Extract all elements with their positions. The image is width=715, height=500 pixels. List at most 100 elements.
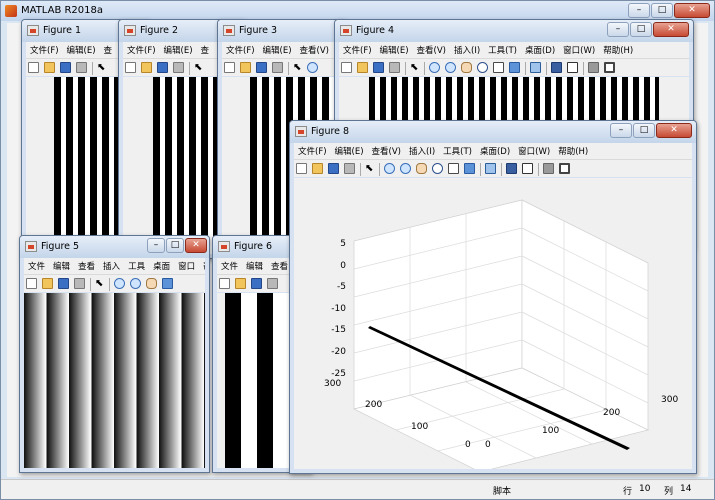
menu-view[interactable]: 查看(V) [413,42,450,56]
menu-window[interactable]: 窗口(W) [559,42,599,56]
new-figure-icon[interactable] [219,278,230,289]
save-icon[interactable] [157,62,168,73]
print-icon[interactable] [272,62,283,73]
brush-icon[interactable] [464,163,475,174]
zoom-out-icon[interactable] [445,62,456,73]
maximize-button[interactable]: □ [166,238,184,253]
figure-window-5[interactable]: Figure 5 – □ ✕ 文件编辑查看插入工具桌面窗口帮助 ⬉ [19,235,210,473]
menu-edit[interactable]: 编辑(E) [376,42,413,56]
legend-icon[interactable] [567,62,578,73]
save-icon[interactable] [256,62,267,73]
menu-file[interactable]: 文件(F) [123,42,160,56]
edit-plot-icon[interactable]: ⬉ [410,62,419,73]
pan-icon[interactable] [146,278,157,289]
save-icon[interactable] [251,278,262,289]
menu-window[interactable]: 窗口 [174,258,199,272]
menu-desktop[interactable]: 桌面(D) [476,143,514,157]
open-icon[interactable] [312,163,323,174]
print-icon[interactable] [344,163,355,174]
menu-help[interactable]: 帮助(H) [554,143,592,157]
edit-plot-icon[interactable]: ⬉ [365,163,374,174]
pan-icon[interactable] [461,62,472,73]
menu-desktop[interactable]: 桌面(D) [521,42,559,56]
menu-file[interactable]: 文件 [24,258,49,272]
zoom-in-icon[interactable] [429,62,440,73]
figure-title-bar[interactable]: Figure 3 [218,20,346,42]
menu-insert[interactable]: 插入(I) [405,143,439,157]
brush-icon[interactable] [509,62,520,73]
menu-insert[interactable]: 插入(I) [450,42,484,56]
data-cursor-icon[interactable] [493,62,504,73]
new-figure-icon[interactable] [224,62,235,73]
edit-plot-icon[interactable]: ⬉ [194,62,203,73]
zoom-out-icon[interactable] [400,163,411,174]
edit-plot-icon[interactable]: ⬉ [95,278,104,289]
figure-title-bar[interactable]: Figure 5 – □ ✕ [20,236,209,258]
link-plot-icon[interactable] [530,62,541,73]
close-button[interactable]: ✕ [656,123,692,138]
pan-icon[interactable] [416,163,427,174]
maximize-button[interactable]: □ [633,123,655,138]
new-figure-icon[interactable] [26,278,37,289]
menu-view[interactable]: 查 [197,42,214,56]
figure-title-bar[interactable]: Figure 4 – □ ✕ [335,20,693,42]
new-figure-icon[interactable] [28,62,39,73]
save-icon[interactable] [60,62,71,73]
figure-title-bar[interactable]: Figure 8 – □ ✕ [290,121,696,143]
open-icon[interactable] [42,278,53,289]
edit-plot-icon[interactable]: ⬉ [97,62,106,73]
rotate-icon[interactable] [477,62,488,73]
menu-help[interactable]: 帮助 [199,258,205,272]
legend-icon[interactable] [522,163,533,174]
save-icon[interactable] [58,278,69,289]
menu-edit[interactable]: 编辑(E) [259,42,296,56]
menu-window[interactable]: 窗口(W) [514,143,554,157]
open-icon[interactable] [357,62,368,73]
open-icon[interactable] [235,278,246,289]
menu-insert[interactable]: 插入 [99,258,124,272]
menu-edit[interactable]: 编辑 [242,258,267,272]
menu-file[interactable]: 文件(F) [339,42,376,56]
zoom-in-icon[interactable] [307,62,318,73]
menu-view[interactable]: 查看 [74,258,99,272]
show-plot-tools-icon[interactable] [604,62,615,73]
colorbar-icon[interactable] [506,163,517,174]
maximize-button[interactable]: □ [630,22,652,37]
menu-edit[interactable]: 编辑 [49,258,74,272]
minimize-button[interactable]: – [607,22,629,37]
menu-file[interactable]: 文件(F) [294,143,331,157]
minimize-button[interactable]: – [147,238,165,253]
menu-view[interactable]: 查 [100,42,117,56]
print-icon[interactable] [389,62,400,73]
menu-edit[interactable]: 编辑(E) [160,42,197,56]
close-button[interactable]: ✕ [674,3,710,18]
print-icon[interactable] [76,62,87,73]
new-figure-icon[interactable] [125,62,136,73]
close-button[interactable]: ✕ [653,22,689,37]
menu-tools[interactable]: 工具(T) [484,42,521,56]
show-plot-tools-icon[interactable] [559,163,570,174]
new-figure-icon[interactable] [341,62,352,73]
figure-window-8[interactable]: Figure 8 – □ ✕ 文件(F) 编辑(E) 查看(V) 插入(I) 工具(T)… [289,120,697,474]
menu-edit[interactable]: 编辑(E) [331,143,368,157]
zoom-in-icon[interactable] [384,163,395,174]
menu-help[interactable]: 帮助(H) [599,42,637,56]
menu-edit[interactable]: 编辑(E) [63,42,100,56]
close-button[interactable]: ✕ [185,238,207,253]
minimize-button[interactable]: – [628,3,650,18]
print-icon[interactable] [173,62,184,73]
open-icon[interactable] [141,62,152,73]
edit-plot-icon[interactable]: ⬉ [293,62,302,73]
menu-desktop[interactable]: 桌面 [149,258,174,272]
menu-tools[interactable]: 工具 [124,258,149,272]
menu-file[interactable]: 文件(F) [26,42,63,56]
open-icon[interactable] [240,62,251,73]
menu-view[interactable]: 查看(V) [296,42,333,56]
colorbar-icon[interactable] [551,62,562,73]
print-icon[interactable] [267,278,278,289]
menu-view[interactable]: 查看(V) [368,143,405,157]
zoom-out-icon[interactable] [130,278,141,289]
menu-file[interactable]: 文件 [217,258,242,272]
print-icon[interactable] [74,278,85,289]
rotate-icon[interactable] [432,163,443,174]
